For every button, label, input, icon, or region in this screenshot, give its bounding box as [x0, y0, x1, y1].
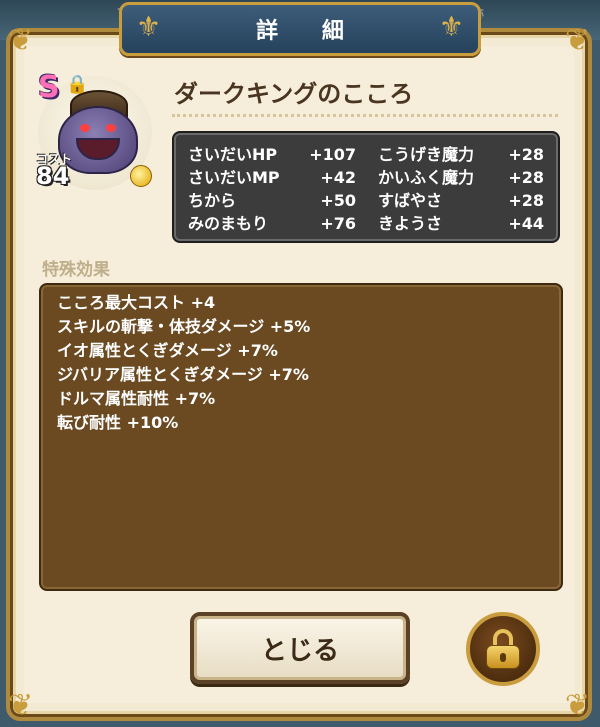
stat-label: ちから	[188, 191, 237, 210]
list-item: イオ属性とくぎダメージ +7%	[57, 341, 278, 360]
stats-panel: さいだいHP +107 こうげき魔力 +28 さいだいMP +42 かいふく魔力 +28…	[172, 131, 560, 243]
page-title: 詳 細	[256, 19, 362, 44]
stat-row: きようさ +44	[378, 212, 544, 236]
stat-label: きようさ	[378, 214, 443, 233]
effects-list[interactable]: こころ最大コスト +4 スキルの斬撃・体技ダメージ +5% イオ属性とくぎダメー…	[39, 283, 563, 591]
list-item: ジバリア属性とくぎダメージ +7%	[57, 365, 309, 384]
stat-value: +28	[508, 191, 544, 210]
stat-row: さいだいMP +42	[188, 166, 356, 190]
monster-eye	[80, 124, 90, 132]
lock-button[interactable]	[466, 612, 540, 686]
fleur-de-lis-icon: ⚜	[136, 10, 162, 43]
close-button-label: とじる	[260, 635, 339, 666]
list-item: こころ最大コスト +4	[57, 293, 216, 312]
stat-label: かいふく魔力	[378, 168, 475, 187]
fleur-de-lis-icon: ⚜	[438, 10, 464, 43]
list-item: スキルの斬撃・体技ダメージ +5%	[57, 317, 311, 336]
ornament-icon: ❦	[8, 688, 34, 723]
list-item: 転び耐性 +10%	[57, 413, 179, 432]
stat-value: +50	[320, 191, 356, 210]
stat-row: こうげき魔力 +28	[378, 143, 544, 167]
stat-row: ちから +50	[188, 189, 356, 213]
stat-label: さいだいMP	[188, 168, 280, 187]
heart-name: ダークキングのこころ	[174, 80, 414, 108]
stat-label: すばやさ	[378, 191, 443, 210]
stat-value: +107	[309, 145, 356, 164]
stat-row: すばやさ +28	[378, 189, 544, 213]
cost-value: 84	[36, 162, 70, 190]
stat-label: みのまもり	[188, 214, 269, 233]
stat-row: かいふく魔力 +28	[378, 166, 544, 190]
list-item: ドルマ属性耐性 +7%	[57, 389, 216, 408]
rank-badge: S	[38, 70, 60, 105]
ornament-icon: ❦	[564, 23, 590, 58]
stat-value: +44	[508, 214, 544, 233]
monster-eye	[106, 124, 116, 132]
stat-row: みのまもり +76	[188, 212, 356, 236]
section-title: 特殊効果	[42, 260, 110, 280]
title-banner: ⚜ 詳 細 ⚜	[119, 2, 481, 56]
stat-row: さいだいHP +107	[188, 143, 356, 167]
stat-label: さいだいHP	[188, 145, 278, 164]
padlock-icon	[486, 629, 520, 669]
close-button[interactable]: とじる	[190, 612, 410, 684]
divider	[172, 114, 558, 117]
coin-icon	[130, 165, 152, 187]
ornament-icon: ❦	[8, 23, 34, 58]
lock-icon: 🔒	[66, 74, 89, 95]
ornament-icon: ❦	[564, 688, 590, 723]
stat-value: +28	[508, 145, 544, 164]
stat-value: +76	[320, 214, 356, 233]
stat-value: +42	[320, 168, 356, 187]
stat-label: こうげき魔力	[378, 145, 475, 164]
stat-value: +28	[508, 168, 544, 187]
